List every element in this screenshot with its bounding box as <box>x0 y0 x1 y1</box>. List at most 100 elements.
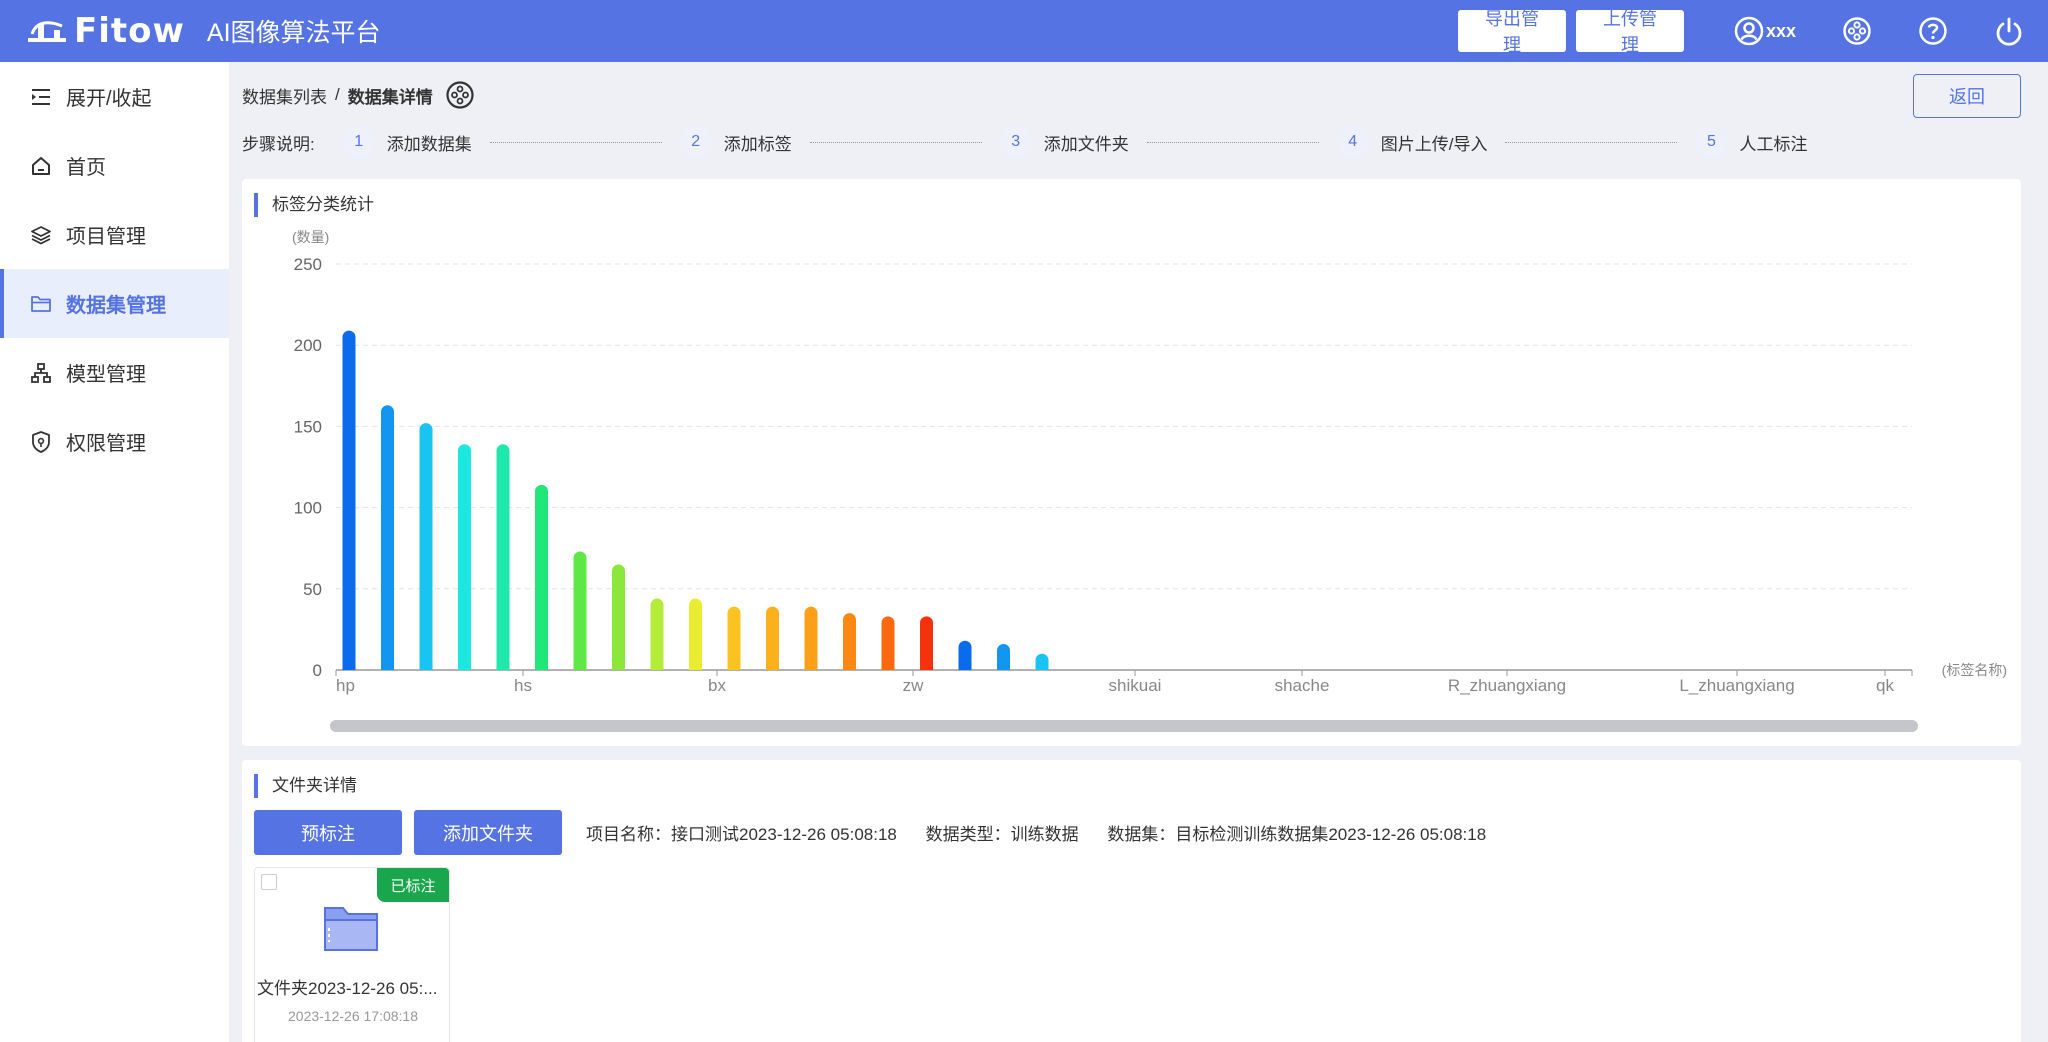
chart-bar-base <box>573 663 587 670</box>
step-number: 1 <box>342 126 375 158</box>
help-icon[interactable] <box>1918 16 1948 46</box>
folder-name: 文件夹2023-12-26 05:... <box>257 979 438 998</box>
breadcrumb-parent-link[interactable]: 数据集列表 <box>242 83 327 108</box>
chart-scrollbar[interactable] <box>330 720 1918 732</box>
folder-select-checkbox[interactable] <box>261 874 277 890</box>
chart-bar <box>689 598 702 670</box>
sidebar-item-projects[interactable]: 项目管理 <box>0 200 229 269</box>
folder-toolbar: 预标注 添加文件夹 项目名称：接口测试2023-12-26 05:08:18 数… <box>254 810 1510 855</box>
chart-bar <box>612 564 625 670</box>
film-reel-icon[interactable] <box>1842 16 1872 46</box>
chart-bar <box>535 484 548 670</box>
step-label: 添加数据集 <box>386 134 472 154</box>
y-tick-label: 250 <box>294 255 322 274</box>
chart-bar <box>881 616 895 670</box>
export-management-button[interactable]: 导出管理 <box>1457 9 1566 55</box>
chart-bar-base <box>843 663 856 670</box>
steps-label: 步骤说明: <box>242 134 315 154</box>
x-tick-label: bx <box>708 676 726 695</box>
chart-bar <box>766 606 779 670</box>
home-icon <box>30 155 52 177</box>
dataset-info: 项目名称：接口测试2023-12-26 05:08:18 数据类型：训练数据 数… <box>586 820 1510 845</box>
breadcrumb-separator: / <box>335 85 340 104</box>
folder-details-card: 文件夹详情 预标注 添加文件夹 项目名称：接口测试2023-12-26 05:0… <box>242 760 2021 1042</box>
sidebar-item-label: 首页 <box>66 157 106 179</box>
user-avatar-icon <box>1734 16 1764 46</box>
chart-bar <box>573 551 587 670</box>
x-tick-label: qk <box>1876 676 1894 695</box>
chart-bar-base <box>612 663 625 670</box>
chart-bar <box>419 423 433 670</box>
sidebar-item-home[interactable]: 首页 <box>0 131 229 200</box>
chart-bar <box>920 616 933 670</box>
x-tick-label: zw <box>903 676 925 695</box>
step-item: 4 图片上传/导入 <box>1336 126 1488 158</box>
step-connector <box>1146 141 1319 143</box>
logo-text: Fitow <box>74 11 185 51</box>
chart-bar-base <box>881 663 895 670</box>
sidebar-item-label: 数据集管理 <box>66 295 166 317</box>
data-type-text: 数据类型：训练数据 <box>925 825 1079 844</box>
add-folder-button[interactable]: 添加文件夹 <box>414 810 562 855</box>
chart-bar <box>496 444 510 670</box>
step-connector <box>809 141 982 143</box>
step-item: 3 添加文件夹 <box>999 126 1129 158</box>
chart-bar-base <box>689 663 702 670</box>
x-tick-label: shache <box>1275 676 1330 695</box>
user-menu[interactable]: xxx <box>1734 16 1796 46</box>
sidebar-item-label: 项目管理 <box>66 226 146 248</box>
x-tick-label: hs <box>514 676 532 695</box>
chart-bar <box>381 405 394 670</box>
chart-bar-base <box>419 663 433 670</box>
chart-bar-base <box>920 663 933 670</box>
chart-bar-base <box>381 663 394 670</box>
y-tick-label: 100 <box>294 499 322 518</box>
step-number: 4 <box>1336 126 1369 158</box>
folder-icon <box>30 293 52 315</box>
chart-bar-base <box>496 663 510 670</box>
breadcrumb-current: 数据集详情 <box>347 87 433 107</box>
step-number: 2 <box>679 126 712 158</box>
labeled-badge: 已标注 <box>377 868 449 902</box>
chart-bar-base <box>997 663 1010 670</box>
back-button[interactable]: 返回 <box>1913 74 2021 118</box>
y-tick-label: 50 <box>303 580 322 599</box>
upload-management-button[interactable]: 上传管理 <box>1575 9 1684 55</box>
sidebar-item-permissions[interactable]: 权限管理 <box>0 407 229 476</box>
sidebar-item-datasets[interactable]: 数据集管理 <box>0 269 229 338</box>
x-tick-label: shikuai <box>1109 676 1162 695</box>
sidebar-item-models[interactable]: 模型管理 <box>0 338 229 407</box>
chart-bar-base <box>804 663 818 670</box>
step-number: 3 <box>999 126 1032 158</box>
chart-bar-base <box>1035 663 1049 670</box>
breadcrumb: 数据集列表 / 数据集详情 <box>242 80 475 110</box>
step-connector <box>1505 141 1678 143</box>
y-tick-label: 200 <box>294 336 322 355</box>
folder-tile[interactable]: 已标注 文件夹2023-12-26 05:... 2023-12-26 17:0… <box>254 867 450 1042</box>
chart-bar <box>843 613 856 670</box>
x-axis-label: (标签名称) <box>1942 662 2007 678</box>
power-icon[interactable] <box>1994 16 2024 46</box>
sidebar-item-label: 展开/收起 <box>66 88 152 110</box>
chart-bar-base <box>650 663 664 670</box>
sidebar-item-toggle[interactable]: 展开/收起 <box>0 62 229 131</box>
chart-bar-base <box>766 663 779 670</box>
step-label: 人工标注 <box>1739 134 1808 154</box>
step-item: 5 人工标注 <box>1695 126 1807 158</box>
step-connector <box>489 141 662 143</box>
label-stats-chart: (数量) 0 50 100 150 200 250 hp hs bx zw shikuai shache… <box>292 229 2007 732</box>
step-item: 2 添加标签 <box>679 126 792 158</box>
pre-label-button[interactable]: 预标注 <box>254 810 402 855</box>
chart-bar-base <box>458 663 471 670</box>
chart-bar <box>342 330 356 670</box>
step-label: 图片上传/导入 <box>1380 134 1488 154</box>
step-label: 添加标签 <box>723 134 792 154</box>
app-title: AI图像算法平台 <box>206 19 381 47</box>
card-title: 文件夹详情 <box>254 774 357 798</box>
film-reel-icon[interactable] <box>445 80 475 110</box>
step-number: 5 <box>1695 126 1728 158</box>
logo: Fitow <box>24 11 185 51</box>
chart-bar <box>458 444 471 670</box>
x-tick-label: L_zhuangxiang <box>1679 676 1794 695</box>
layers-icon <box>30 224 52 246</box>
